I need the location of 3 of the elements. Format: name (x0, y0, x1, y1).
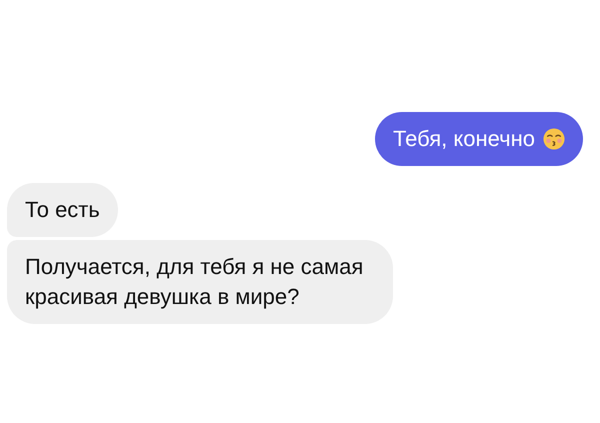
message-text: Получается, для тебя я не самая красивая девушка в мире? (25, 253, 364, 311)
message-text: Тебя, конечно (392, 125, 535, 153)
message-text: То есть (25, 196, 100, 224)
